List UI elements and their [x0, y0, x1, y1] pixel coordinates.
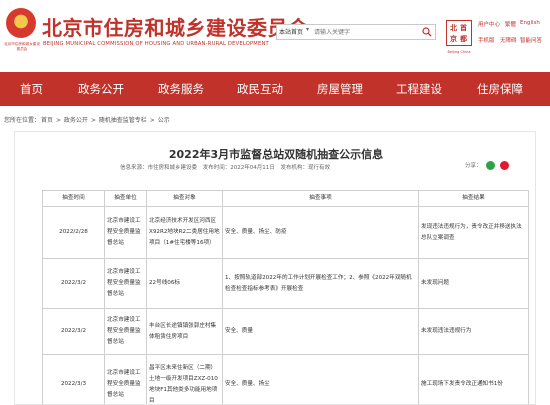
- nav-item-housing-management[interactable]: 房屋管理: [317, 72, 363, 106]
- cell-time: 2022/3/2: [42, 308, 105, 355]
- breadcrumb-random-inspection[interactable]: 随机抽查监管专栏: [99, 117, 147, 124]
- share-bar: 分享：: [465, 161, 510, 170]
- cell-time: 2022/3/2: [42, 258, 105, 309]
- article-title: 2022年3月市监督总站双随机抽查公示信息: [168, 148, 384, 161]
- cell-object: 丰台区长途镇镇张郭庄村集体租赁住房项目: [146, 308, 223, 355]
- breadcrumb: 您所在位置：首页 > 政务公开 > 随机抽查监管专栏 > 公示: [4, 115, 171, 124]
- article-date: 发布时间：2022年04月11日: [202, 165, 275, 171]
- cell-result: 发现违法违规行为，责令改正并移送执法总队立案调查: [418, 206, 529, 259]
- table-header-row: 抽查时间 抽查单位 抽查对象 抽查事项 抽查结果: [42, 190, 529, 207]
- main-nav: 首页 政务公开 政务服务 政民互动 房屋管理 工程建设 住房保障: [0, 72, 550, 106]
- cell-result: 未发现问题: [418, 258, 529, 309]
- column-header-time: 抽查时间: [42, 190, 105, 207]
- article-author: 发布机构：现行有效: [280, 165, 331, 171]
- cell-items: 安全、质量、扬尘: [222, 354, 419, 404]
- search-input[interactable]: [314, 26, 418, 38]
- cell-items: 安全、质量、扬尘、防疫: [222, 206, 419, 259]
- cell-unit: 北京市建设工程安全质量监督总站: [104, 206, 147, 259]
- column-header-unit: 抽查单位: [104, 190, 147, 207]
- table-row: 2022/2/28 北京市建设工程安全质量监督总站 北京经济技术开发区河西区X9…: [42, 206, 529, 259]
- stamp-char: 首: [460, 24, 467, 32]
- nav-item-public-interaction[interactable]: 政民互动: [237, 72, 283, 106]
- column-header-items: 抽查事项: [222, 190, 419, 207]
- breadcrumb-government-affairs[interactable]: 政务公开: [64, 117, 88, 124]
- nav-item-housing-security[interactable]: 住房保障: [477, 72, 523, 106]
- capital-stamp-icon: 北 京 首 都: [446, 20, 472, 46]
- article-panel: 2022年3月市监督总站双随机抽查公示信息 信息来源：市住房和城乡建设委 发布时…: [14, 131, 536, 405]
- cell-object: 昌平区未来住新区（二期）土地一级开发项目ZXZ-010地块F1其他类多功能用地项…: [146, 354, 223, 404]
- traditional-chinese-link[interactable]: 繁體: [505, 20, 516, 28]
- inspection-table-wrap: 抽查时间 抽查单位 抽查对象 抽查事项 抽查结果 2022/2/28 北京市建设…: [42, 190, 529, 404]
- nav-item-home[interactable]: 首页: [20, 72, 43, 106]
- stamp-caption: Beijing China: [447, 50, 471, 54]
- nav-item-government-services[interactable]: 政务服务: [158, 72, 204, 106]
- breadcrumb-announcement[interactable]: 公示: [158, 117, 170, 124]
- search-button[interactable]: [419, 25, 435, 39]
- breadcrumb-separator: >: [55, 117, 61, 124]
- column-header-object: 抽查对象: [146, 190, 223, 207]
- table-row: 2022/3/2 北京市建设工程安全质量监督总站 22号线06标 1、按照轨道部…: [42, 258, 529, 309]
- cell-time: 2022/3/3: [42, 354, 105, 404]
- weibo-share-icon[interactable]: [500, 161, 510, 170]
- cell-items: 安全、质量: [222, 308, 419, 355]
- mobile-link[interactable]: 手机版: [478, 36, 495, 44]
- cell-object: 22号线06标: [146, 258, 223, 309]
- cell-result: 未发现违法违规行为: [418, 308, 529, 355]
- search-scope-select[interactable]: 本站首页: [279, 27, 303, 36]
- table-row: 2022/3/3 北京市建设工程安全质量监督总站 昌平区未来住新区（二期）土地一…: [42, 354, 529, 404]
- site-header: 北京市住房和城乡建设委员会 北京市住房和城乡建设委员会 BEIJING MUNI…: [0, 0, 550, 72]
- nav-item-construction[interactable]: 工程建设: [396, 72, 442, 106]
- stamp-char: 北: [450, 24, 457, 32]
- emblem-caption: 北京市住房和城乡建设委员会: [4, 42, 40, 51]
- article-source: 信息来源：市住房和城乡建设委: [120, 165, 198, 171]
- user-center-link[interactable]: 用户中心: [478, 20, 500, 28]
- wechat-share-icon[interactable]: [486, 161, 496, 170]
- stamp-char: 京: [450, 35, 457, 43]
- chevron-down-icon[interactable]: ▾: [306, 26, 309, 33]
- site-subtitle: BEIJING MUNICIPAL COMMISSION OF HOUSING …: [43, 41, 269, 47]
- search-box: 本站首页 ▾: [276, 24, 436, 40]
- search-icon: [422, 27, 432, 37]
- accessibility-link[interactable]: 无障碍: [500, 36, 517, 44]
- cell-unit: 北京市建设工程安全质量监督总站: [104, 354, 147, 404]
- national-emblem-icon: [6, 8, 36, 38]
- cell-items: 1、按照轨道部2022年的工作计划开展检查工作；2、参照《2022年双随机检查检…: [222, 258, 419, 309]
- smart-qa-link[interactable]: 智能问答: [520, 36, 542, 44]
- breadcrumb-separator: >: [90, 117, 96, 124]
- english-link[interactable]: English: [520, 20, 540, 26]
- column-header-result: 抽查结果: [418, 190, 529, 207]
- site-title[interactable]: 北京市住房和城乡建设委员会: [42, 12, 309, 41]
- breadcrumb-separator: >: [149, 117, 155, 124]
- table-row: 2022/3/2 北京市建设工程安全质量监督总站 丰台区长途镇镇张郭庄村集体租赁…: [42, 308, 529, 355]
- article-meta: 信息来源：市住房和城乡建设委 发布时间：2022年04月11日 发布机构：现行有…: [120, 163, 334, 171]
- nav-item-government-affairs[interactable]: 政务公开: [78, 72, 124, 106]
- breadcrumb-prefix: 您所在位置：: [4, 117, 41, 124]
- inspection-table: 抽查时间 抽查单位 抽查对象 抽查事项 抽查结果 2022/2/28 北京市建设…: [42, 190, 529, 404]
- share-label: 分享：: [465, 163, 482, 169]
- breadcrumb-home[interactable]: 首页: [41, 117, 53, 124]
- cell-unit: 北京市建设工程安全质量监督总站: [104, 308, 147, 355]
- cell-result: 施工现场下发责令改正通知书1份: [418, 354, 529, 404]
- cell-object: 北京经济技术开发区河西区X92R2地块R2二类居住用地项目（1#住宅楼等16项）: [146, 206, 223, 259]
- cell-unit: 北京市建设工程安全质量监督总站: [104, 258, 147, 309]
- stamp-char: 都: [460, 35, 467, 43]
- cell-time: 2022/2/28: [42, 206, 105, 259]
